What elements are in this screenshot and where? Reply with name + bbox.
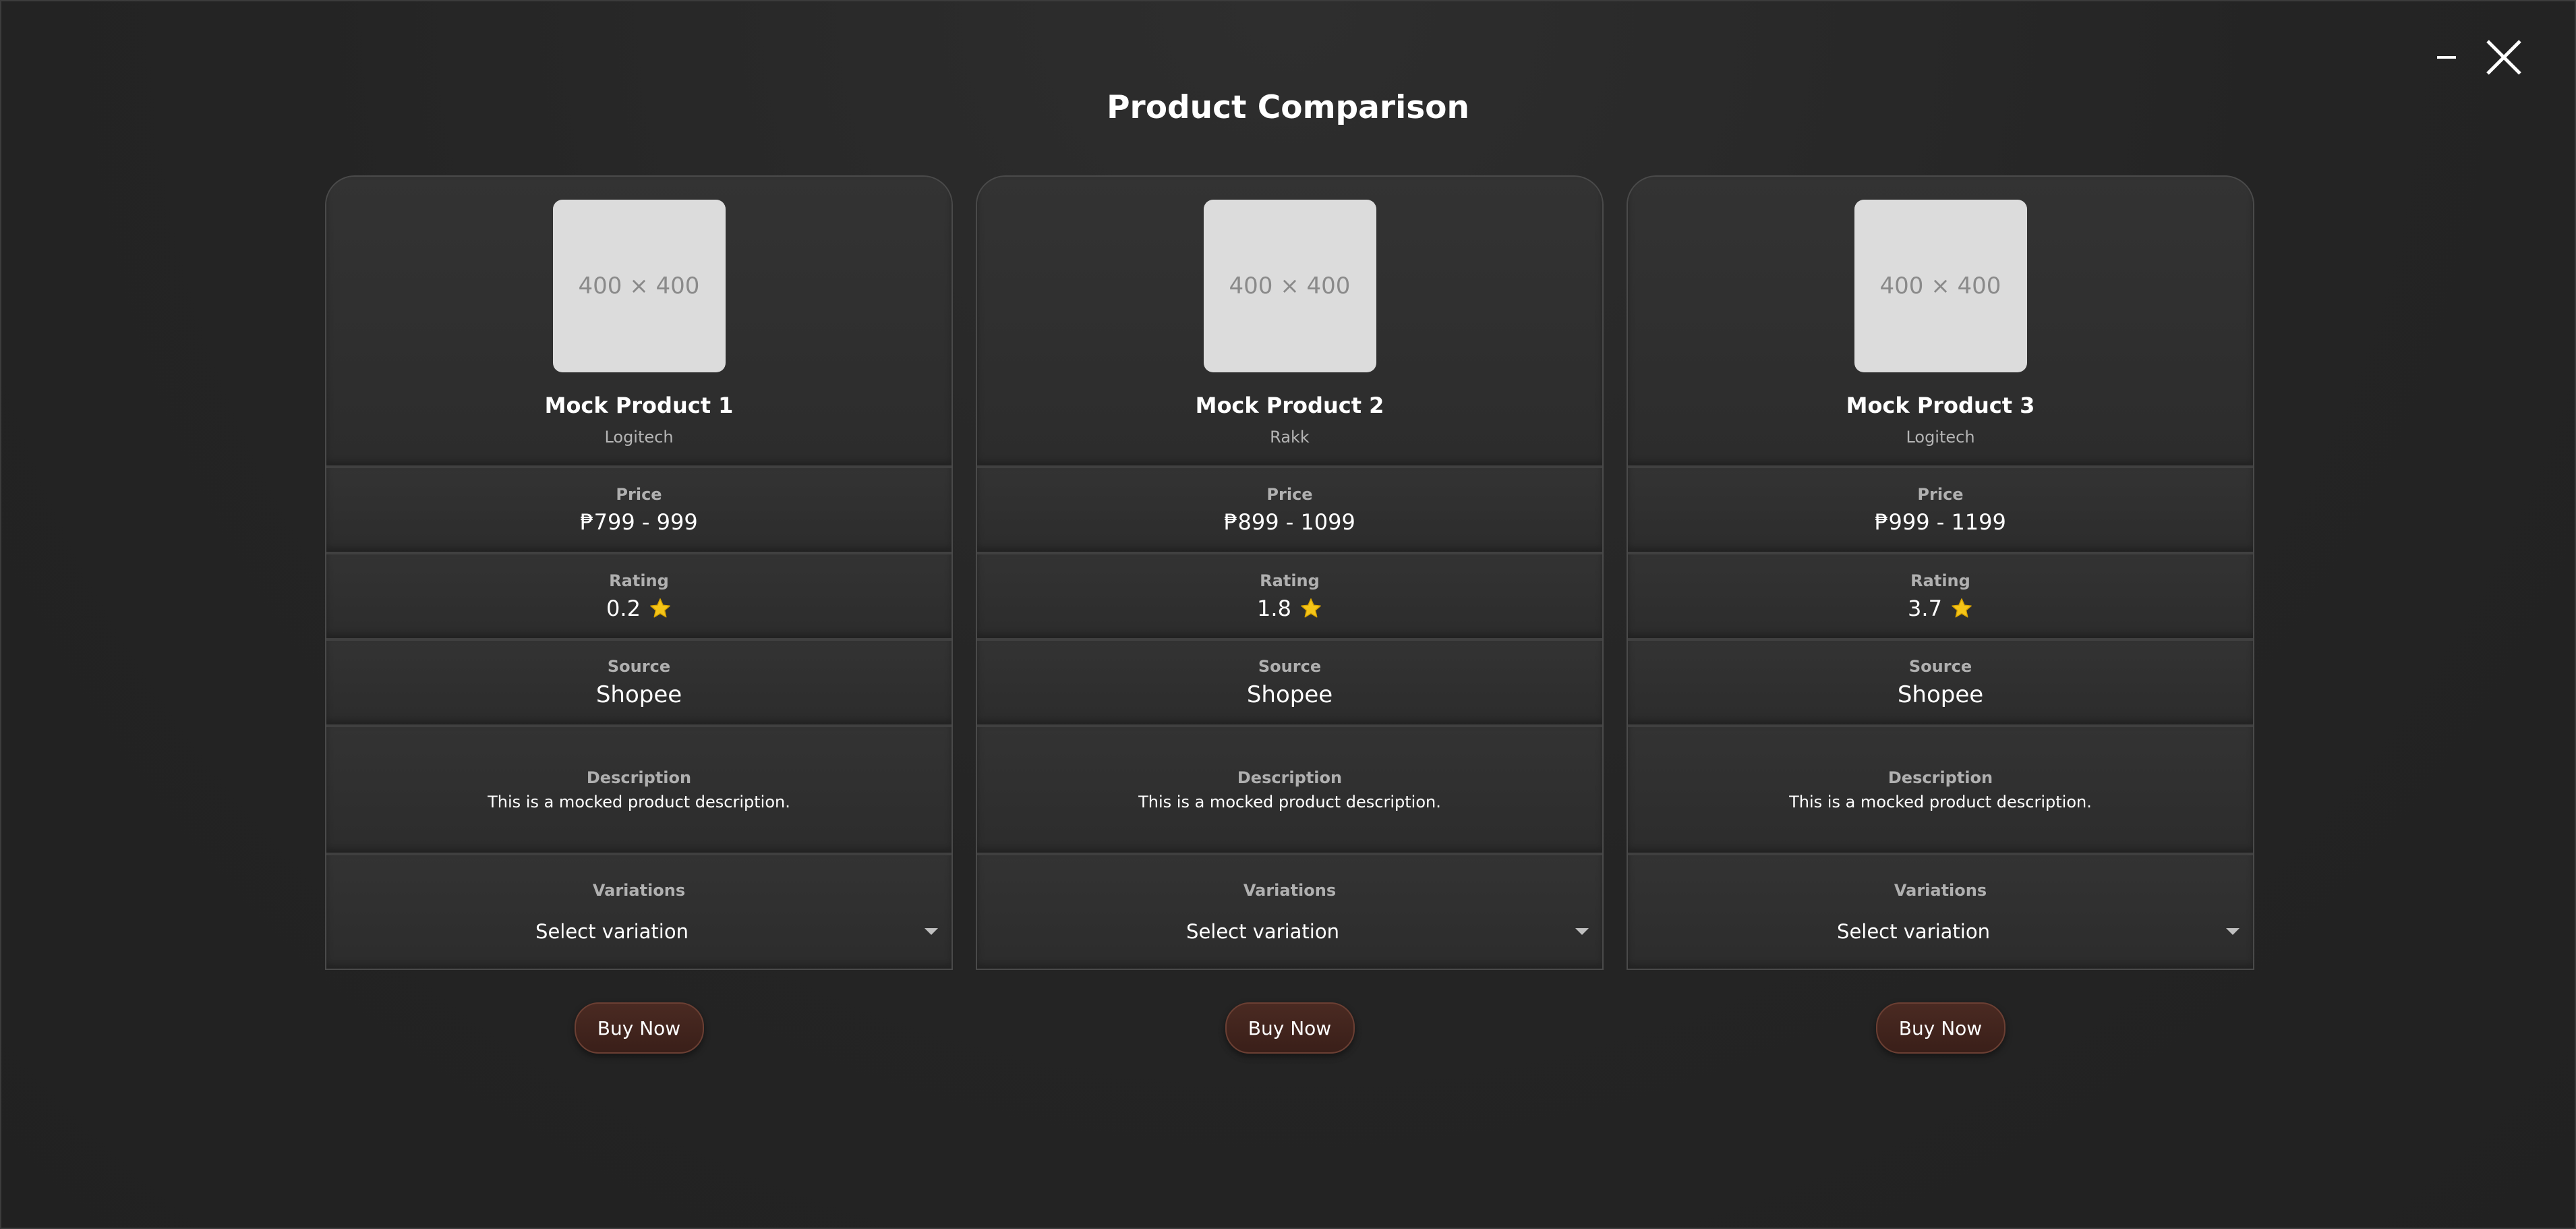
close-button[interactable] [2480, 34, 2527, 81]
source-value: Shopee [1246, 681, 1333, 708]
price-value: ₱999 - 1199 [1875, 509, 2006, 535]
rating-value: 1.8 [1257, 596, 1291, 621]
minimize-icon [2437, 56, 2456, 59]
product-image-placeholder: 400 × 400 [552, 200, 726, 372]
variation-select[interactable]: Select variation [326, 920, 952, 943]
star-icon [1952, 598, 1972, 618]
product-name: Mock Product 1 [544, 393, 734, 418]
product-card: 400 × 400 Mock Product 1 Logitech Price … [325, 175, 953, 1054]
minimize-button[interactable] [2433, 34, 2460, 81]
product-header: 400 × 400 Mock Product 3 Logitech [1628, 177, 2253, 468]
variation-select-value[interactable]: Select variation [1837, 920, 1990, 943]
variations-label: Variations [1243, 881, 1337, 900]
description-label: Description [1887, 768, 1993, 787]
price-value: ₱899 - 1099 [1224, 509, 1355, 535]
product-brand: Rakk [1270, 428, 1310, 447]
star-icon [650, 598, 670, 618]
star-icon [1301, 598, 1321, 618]
rating-label: Rating [1260, 571, 1320, 590]
price-label: Price [1917, 485, 1964, 504]
buy-now-button[interactable]: Buy Now [574, 1002, 704, 1054]
price-section: Price ₱799 - 999 [326, 468, 952, 554]
source-label: Source [607, 657, 671, 676]
product-brand: Logitech [604, 428, 674, 447]
chevron-down-icon[interactable] [2226, 928, 2240, 935]
rating-section: Rating 1.8 [977, 554, 1602, 641]
source-section: Source Shopee [326, 641, 952, 727]
price-value: ₱799 - 999 [580, 509, 698, 535]
chevron-down-icon[interactable] [925, 928, 938, 935]
product-image-placeholder: 400 × 400 [1203, 200, 1376, 372]
buy-now-button[interactable]: Buy Now [1875, 1002, 2006, 1054]
rating-value: 3.7 [1908, 596, 1942, 621]
description-value: This is a mocked product description. [1789, 793, 2092, 811]
source-value: Shopee [1897, 681, 1984, 708]
source-label: Source [1258, 657, 1322, 676]
product-name: Mock Product 2 [1195, 393, 1384, 418]
variations-section: Variations Select variation [326, 855, 952, 969]
price-label: Price [1266, 485, 1313, 504]
rating-label: Rating [1910, 571, 1970, 590]
variation-select[interactable]: Select variation [977, 920, 1602, 943]
rating-row: 3.7 [1908, 596, 1973, 621]
close-icon [2486, 40, 2521, 75]
variations-label: Variations [592, 881, 686, 900]
price-section: Price ₱999 - 1199 [1628, 468, 2253, 554]
rating-value: 0.2 [606, 596, 641, 621]
rating-row: 0.2 [606, 596, 672, 621]
description-value: This is a mocked product description. [1138, 793, 1441, 811]
chevron-down-icon[interactable] [1575, 928, 1589, 935]
window-controls [2433, 34, 2527, 81]
variation-select[interactable]: Select variation [1628, 920, 2253, 943]
source-section: Source Shopee [977, 641, 1602, 727]
product-cards: 400 × 400 Mock Product 1 Logitech Price … [325, 175, 2254, 1054]
price-label: Price [616, 485, 662, 504]
source-value: Shopee [595, 681, 682, 708]
description-section: Description This is a mocked product des… [326, 727, 952, 855]
description-label: Description [1237, 768, 1343, 787]
variation-select-value[interactable]: Select variation [535, 920, 689, 943]
variations-section: Variations Select variation [1628, 855, 2253, 969]
product-card: 400 × 400 Mock Product 3 Logitech Price … [1627, 175, 2254, 1054]
product-name: Mock Product 3 [1846, 393, 2035, 418]
product-image-placeholder: 400 × 400 [1854, 200, 2027, 372]
rating-section: Rating 3.7 [1628, 554, 2253, 641]
description-value: This is a mocked product description. [488, 793, 790, 811]
product-card: 400 × 400 Mock Product 2 Rakk Price ₱899… [976, 175, 1604, 1054]
source-section: Source Shopee [1628, 641, 2253, 727]
rating-section: Rating 0.2 [326, 554, 952, 641]
product-header: 400 × 400 Mock Product 1 Logitech [326, 177, 952, 468]
product-card-box: 400 × 400 Mock Product 1 Logitech Price … [325, 175, 953, 970]
variations-label: Variations [1894, 881, 1987, 900]
price-section: Price ₱899 - 1099 [977, 468, 1602, 554]
product-card-box: 400 × 400 Mock Product 3 Logitech Price … [1627, 175, 2254, 970]
variation-select-value[interactable]: Select variation [1186, 920, 1339, 943]
description-section: Description This is a mocked product des… [1628, 727, 2253, 855]
description-section: Description This is a mocked product des… [977, 727, 1602, 855]
rating-label: Rating [609, 571, 669, 590]
source-label: Source [1908, 657, 1972, 676]
comparison-window: Product Comparison 400 × 400 Mock Produc… [0, 0, 2576, 1229]
product-header: 400 × 400 Mock Product 2 Rakk [977, 177, 1602, 468]
rating-row: 1.8 [1257, 596, 1322, 621]
page-title: Product Comparison [1107, 89, 1469, 126]
description-label: Description [586, 768, 692, 787]
product-brand: Logitech [1906, 428, 1975, 447]
product-card-box: 400 × 400 Mock Product 2 Rakk Price ₱899… [976, 175, 1604, 970]
buy-now-button[interactable]: Buy Now [1225, 1002, 1355, 1054]
variations-section: Variations Select variation [977, 855, 1602, 969]
